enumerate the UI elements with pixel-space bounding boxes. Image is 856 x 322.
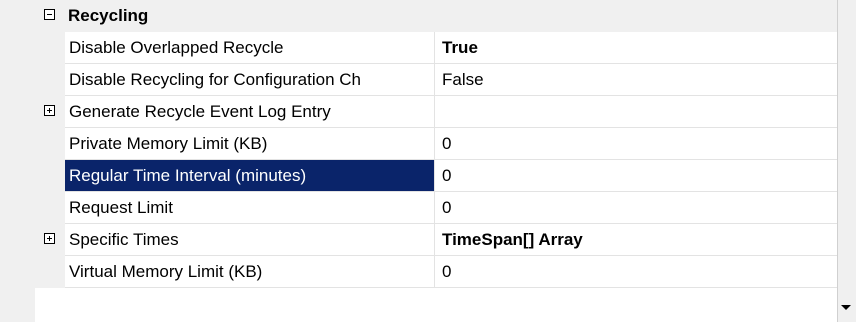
row-gutter — [35, 64, 65, 96]
row-gutter — [35, 128, 65, 160]
property-name[interactable]: Virtual Memory Limit (KB) — [65, 256, 435, 288]
property-value[interactable]: TimeSpan[] Array — [435, 224, 837, 256]
property-name[interactable]: Private Memory Limit (KB) — [65, 128, 435, 160]
property-value[interactable]: 0 — [435, 160, 837, 192]
row-gutter — [35, 32, 65, 64]
property-row[interactable]: Regular Time Interval (minutes) 0 — [35, 160, 837, 192]
row-gutter — [35, 96, 65, 128]
row-gutter — [35, 160, 65, 192]
property-row[interactable]: Private Memory Limit (KB) 0 — [35, 128, 837, 160]
collapse-icon[interactable] — [44, 9, 55, 20]
row-gutter — [35, 192, 65, 224]
property-value[interactable]: True — [435, 32, 837, 64]
property-value[interactable]: 0 — [435, 256, 837, 288]
property-value[interactable]: 0 — [435, 128, 837, 160]
property-row[interactable]: Disable Overlapped Recycle True — [35, 32, 837, 64]
property-name[interactable]: Disable Overlapped Recycle — [65, 32, 435, 64]
property-value[interactable] — [435, 96, 837, 128]
property-name[interactable]: Regular Time Interval (minutes) — [65, 160, 435, 192]
row-gutter — [35, 256, 65, 288]
expand-icon[interactable] — [44, 233, 55, 244]
property-value[interactable]: False — [435, 64, 837, 96]
property-row[interactable]: Disable Recycling for Configuration Ch Fa… — [35, 64, 837, 96]
scroll-down-arrow-icon[interactable] — [841, 305, 851, 310]
property-row[interactable]: Specific Times TimeSpan[] Array — [35, 224, 837, 256]
left-margin — [0, 0, 35, 322]
property-grid: Recycling Disable Overlapped Recycle True… — [35, 0, 837, 322]
property-name[interactable]: Specific Times — [65, 224, 435, 256]
row-gutter — [35, 224, 65, 256]
category-row-recycling[interactable]: Recycling — [35, 0, 837, 32]
expand-icon[interactable] — [44, 105, 55, 116]
property-row[interactable]: Generate Recycle Event Log Entry — [35, 96, 837, 128]
property-row[interactable]: Request Limit 0 — [35, 192, 837, 224]
property-name[interactable]: Disable Recycling for Configuration Ch — [65, 64, 435, 96]
property-row[interactable]: Virtual Memory Limit (KB) 0 — [35, 256, 837, 288]
category-label: Recycling — [68, 6, 149, 25]
property-value[interactable]: 0 — [435, 192, 837, 224]
property-name[interactable]: Generate Recycle Event Log Entry — [65, 96, 435, 128]
category-header: Recycling — [35, 0, 837, 32]
property-name[interactable]: Request Limit — [65, 192, 435, 224]
vertical-scrollbar[interactable] — [837, 0, 855, 322]
